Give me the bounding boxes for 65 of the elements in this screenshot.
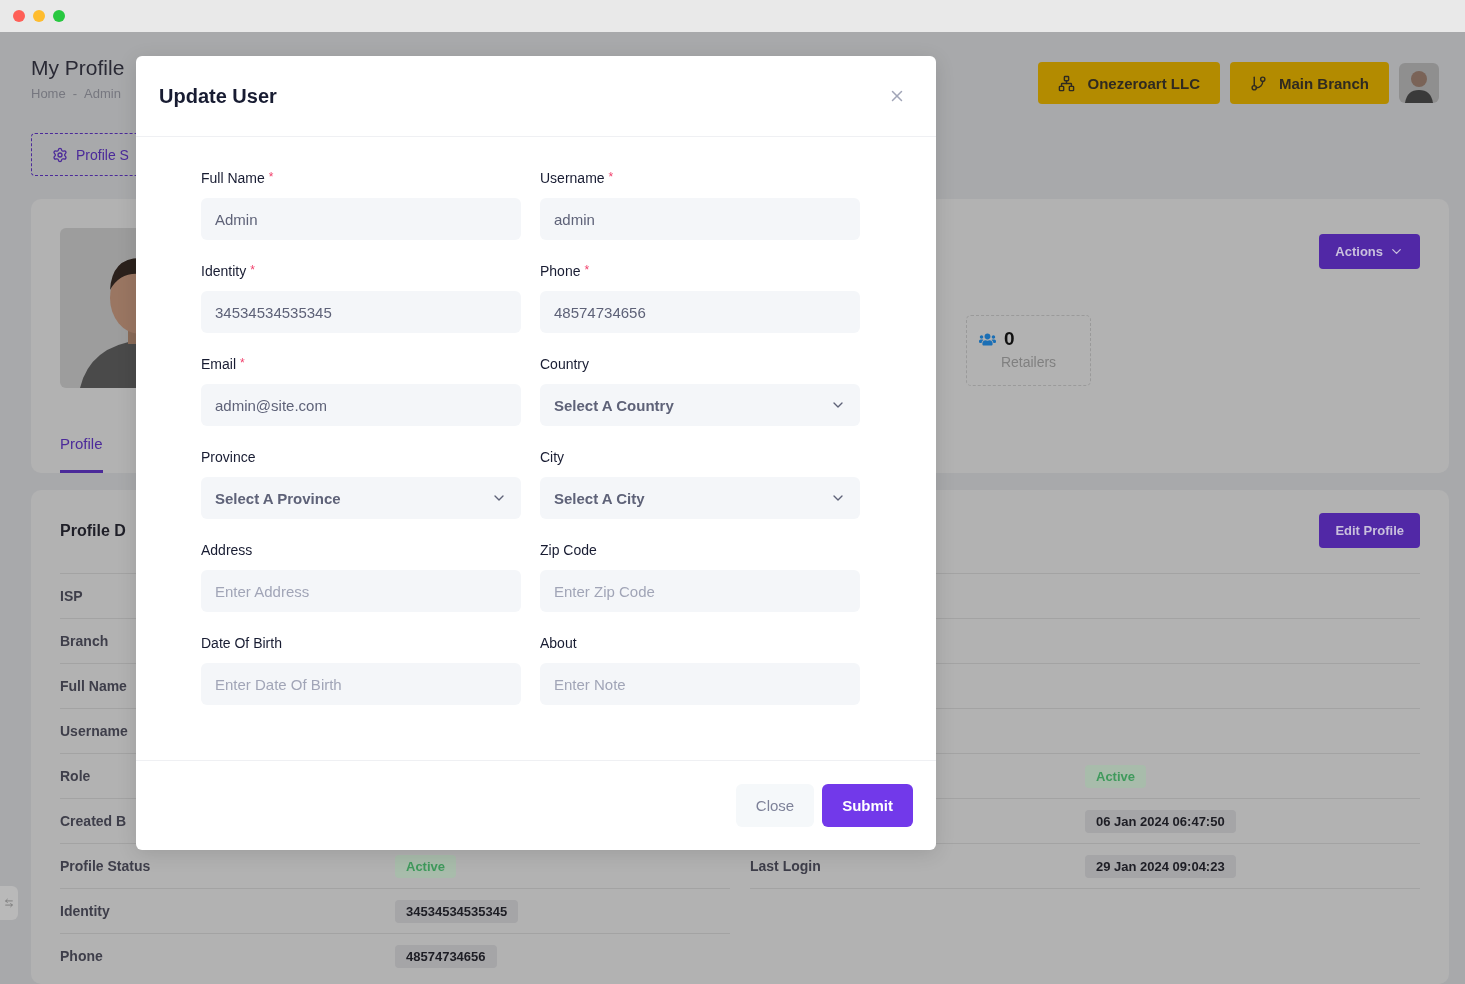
status-badge: Active (395, 854, 457, 878)
branch-button[interactable]: Main Branch (1230, 62, 1389, 104)
input-field[interactable]: 48574734656 (540, 291, 860, 333)
field-label: Date Of Birth (201, 635, 282, 651)
field-label: Identity (201, 263, 247, 279)
required-mark: * (268, 170, 274, 184)
input-field[interactable]: Enter Address (201, 570, 521, 612)
required-mark: * (250, 263, 255, 277)
cancel-button[interactable]: Close (735, 784, 815, 827)
dialog-title: Update User (159, 84, 277, 108)
field-label: Address (201, 542, 253, 558)
company-button[interactable]: Onezeroart LLC (1038, 62, 1220, 104)
input-field[interactable]: Enter Note (540, 663, 860, 705)
input-field[interactable]: Admin (201, 198, 521, 240)
select-field[interactable]: Select A City (540, 477, 860, 519)
field-label: Username (540, 170, 605, 186)
detail-label: Username (60, 723, 128, 739)
status-badge: Active (1085, 764, 1147, 788)
field-label: Zip Code (540, 542, 597, 558)
detail-label: Phone (60, 948, 103, 964)
field-label: About (540, 635, 577, 651)
detail-label: Profile Status (60, 858, 151, 874)
detail-value: 34534534535345 (395, 899, 519, 923)
detail-label: Identity (60, 903, 110, 919)
required-mark: * (240, 356, 245, 370)
branch-icon (1250, 74, 1267, 92)
detail-value: 29 Jan 2024 09:04:23 (1085, 854, 1236, 878)
detail-value: 06 Jan 2024 06:47:50 (1085, 809, 1236, 833)
select-field[interactable]: Select A Province (201, 477, 521, 519)
detail-value: 48574734656 (395, 944, 497, 968)
page-title: My Profile (31, 56, 125, 80)
profile-tab[interactable]: Profile (60, 435, 103, 473)
breadcrumb-separator: - (72, 86, 78, 101)
window-minimize-dot[interactable] (33, 10, 45, 22)
field-label: Province (201, 449, 256, 465)
detail-label: Last Login (750, 858, 821, 874)
input-field[interactable]: Enter Date Of Birth (201, 663, 521, 705)
side-toggle-button[interactable] (0, 886, 18, 920)
input-field[interactable]: admin@site.com (201, 384, 521, 426)
arrows-icon (4, 898, 14, 908)
field-label: Email (201, 356, 236, 372)
edit-profile-button[interactable]: Edit Profile (1319, 513, 1420, 548)
input-field[interactable]: 34534534535345 (201, 291, 521, 333)
window-close-dot[interactable] (13, 10, 25, 22)
detail-label: Role (60, 768, 91, 784)
input-field[interactable]: admin (540, 198, 860, 240)
user-avatar[interactable] (1399, 63, 1439, 103)
field-label: City (540, 449, 565, 465)
detail-label: Created B (60, 813, 127, 829)
detail-label: ISP (60, 588, 83, 604)
required-mark: * (608, 170, 614, 184)
actions-button[interactable]: Actions (1319, 234, 1420, 269)
details-title: Profile D (60, 521, 126, 540)
field-label: Phone (540, 263, 581, 279)
network-icon (1058, 74, 1076, 92)
input-field[interactable]: Enter Zip Code (540, 570, 860, 612)
stat-value: 0 (1004, 328, 1015, 350)
detail-label: Branch (60, 633, 109, 649)
required-mark: * (584, 263, 590, 277)
submit-button[interactable]: Submit (822, 784, 913, 827)
settings-icon (52, 146, 68, 163)
window-zoom-dot[interactable] (53, 10, 65, 22)
field-label: Country (540, 356, 590, 372)
detail-label: Full Name (60, 678, 127, 694)
select-field[interactable]: Select A Country (540, 384, 860, 426)
